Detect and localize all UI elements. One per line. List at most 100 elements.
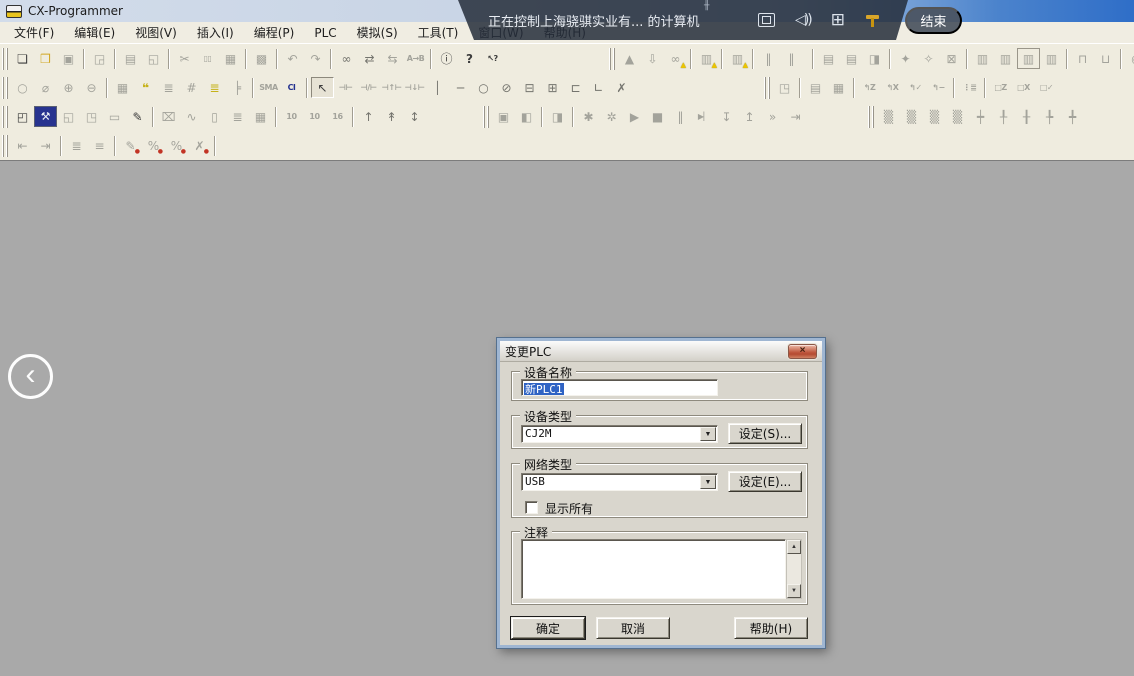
toolbar-show-ci-button[interactable]: CI [280, 77, 303, 98]
back-button[interactable]: ‹ [8, 354, 53, 399]
toolbar-plc-monitor-1-button[interactable]: ▥ [971, 48, 994, 69]
comment-textarea[interactable] [521, 539, 786, 599]
toolbar-address-reference-button[interactable]: A→B [404, 48, 427, 69]
dialog-title-bar[interactable]: 变更PLC × [500, 341, 822, 362]
toolbar-line-delete-button[interactable]: ✗ [610, 77, 633, 98]
toolbar-plc-io-window-button[interactable]: ◰ [11, 106, 34, 127]
network-type-combobox[interactable]: USB ▼ [521, 473, 718, 491]
toolbar-print-button[interactable]: ▤ [119, 48, 142, 69]
toolbar-program-compare-button[interactable]: ◨ [863, 48, 886, 69]
toolbar-transfer-to-plc-button[interactable]: ▥ [695, 48, 718, 69]
toolbar-instruction-button[interactable]: ⊏ [564, 77, 587, 98]
toolbar-open-file-button[interactable]: ❒ [34, 48, 57, 69]
toolbar-output-window-button[interactable]: ▭ [103, 106, 126, 127]
toolbar-horizontal-line-button[interactable]: ─ [449, 77, 472, 98]
toolbar-mark-clear-button[interactable]: ✗ [188, 135, 211, 156]
toolbar-redo-button[interactable]: ↷ [304, 48, 327, 69]
toolbar-settings-list-button[interactable]: ≣ [226, 106, 249, 127]
toolbar-block-list-button[interactable]: ≡ [88, 135, 111, 156]
toolbar-contact-no-button[interactable]: ⊣⊢ [334, 77, 357, 98]
menu-plc[interactable]: PLC [304, 23, 346, 43]
toolbar-memory-view-button[interactable]: ∿ [180, 106, 203, 127]
toolbar-plc-monitor-2-button[interactable]: ▥ [994, 48, 1017, 69]
toolbar-zoom-in-button[interactable]: ⊕ [57, 77, 80, 98]
menu-edit[interactable]: 编辑(E) [64, 21, 125, 44]
toolbar-work-online-button[interactable]: ⇩ [641, 48, 664, 69]
toolbar-force-on-button[interactable]: □Z [989, 77, 1012, 98]
menu-tools[interactable]: 工具(T) [408, 21, 469, 44]
toolbar-download-button[interactable]: ↟ [380, 106, 403, 127]
toolbar-program-upload-button[interactable]: ▤ [840, 48, 863, 69]
toolbar-plc-monitor-3-button[interactable]: ▥ [1017, 48, 1040, 69]
toolbar-indent-left-button[interactable]: ⇤ [11, 135, 34, 156]
device-type-dropdown-button[interactable]: ▼ [700, 427, 716, 441]
toolbar-upload-button[interactable]: ↑ [357, 106, 380, 127]
toolbar-online-search-button[interactable]: ∞ [664, 48, 687, 69]
toolbar-differential-monitor-button[interactable]: ⊓ [1071, 48, 1094, 69]
toolbar-new-file-button[interactable]: ❏ [11, 48, 34, 69]
toolbar-plc-monitor-4-button[interactable]: ▥ [1040, 48, 1063, 69]
toolbar-local-window-button[interactable]: ◳ [80, 106, 103, 127]
toolbar-calendar-grid-button[interactable]: ▦ [827, 77, 850, 98]
comment-scrollbar[interactable]: ▲ ▼ [786, 539, 802, 599]
menu-file[interactable]: 文件(F) [4, 21, 64, 44]
scroll-down-button[interactable]: ▼ [787, 584, 801, 598]
network-type-settings-button[interactable]: 设定(E)... [728, 471, 802, 492]
toolbar-hold-monitor-1-button[interactable]: ✱ [577, 106, 600, 127]
toolbar-grip[interactable] [2, 48, 8, 70]
toolbar-pause-button[interactable]: ‖ [780, 48, 803, 69]
toolbar-contact-up-button[interactable]: ⊣↑⊢ [380, 77, 403, 98]
device-name-input[interactable]: 新PLC1 [521, 379, 718, 396]
toolbar-block-comment-button[interactable]: ≣ [65, 135, 88, 156]
toolbar-online-edit-send-button[interactable]: ✧ [917, 48, 940, 69]
dialog-close-button[interactable]: × [788, 344, 817, 359]
toolbar-zoom-custom-button[interactable]: ⌀ [34, 77, 57, 98]
menu-simulation[interactable]: 模拟(S) [347, 21, 408, 44]
toolbar-window-monitor-1-button[interactable]: ▣ [492, 106, 515, 127]
toolbar-decimal-monitor-button[interactable]: 10 [280, 106, 303, 127]
toolbar-symbol-bar-button[interactable]: ≣ [203, 77, 226, 98]
fullscreen-icon[interactable] [758, 13, 775, 27]
toolbar-compile-button[interactable]: ◲ [88, 48, 111, 69]
cancel-button[interactable]: 取消 [596, 617, 670, 639]
toolbar-hex-monitor-button[interactable]: 16 [326, 106, 349, 127]
toolbar-save-button[interactable]: ▣ [57, 48, 80, 69]
toolbar-timing-5-button[interactable]: ╇ [1061, 106, 1084, 127]
volume-icon[interactable]: ◁)) [795, 12, 811, 28]
toolbar-window-monitor-3-button[interactable]: ◨ [546, 106, 569, 127]
toolbar-vertical-line-button[interactable]: │ [426, 77, 449, 98]
toolbar-set-cancel-button[interactable]: ↰− [927, 77, 950, 98]
toolbar-contact-down-button[interactable]: ⊣↓⊢ [403, 77, 426, 98]
device-type-combobox[interactable]: CJ2M ▼ [521, 425, 718, 443]
toolbar-memory-area-3-button[interactable]: ▒ [923, 106, 946, 127]
toolbar-sim-run-button[interactable]: ▶ [623, 106, 646, 127]
toolbar-show-tree-button[interactable]: ╞ [226, 77, 249, 98]
toolbar-coil-button[interactable]: ○ [472, 77, 495, 98]
toolbar-monitor-sma-button[interactable]: SMA [257, 77, 280, 98]
toolbar-window-monitor-2-button[interactable]: ◧ [515, 106, 538, 127]
toolbar-timing-1-button[interactable]: ┿ [969, 106, 992, 127]
toolbar-build-tool-button[interactable]: ⚒ [34, 106, 57, 127]
toolbar-online-edit-cancel-button[interactable]: ⊠ [940, 48, 963, 69]
menu-insert[interactable]: 插入(I) [187, 21, 244, 44]
ok-button[interactable]: 确定 [511, 617, 585, 639]
toolbar-scan-run-button[interactable]: ⇥ [784, 106, 807, 127]
toolbar-grip[interactable] [2, 135, 8, 157]
toolbar-toggle-grid-button[interactable]: ▦ [111, 77, 134, 98]
toolbar-info-button[interactable]: ⓘ [435, 48, 458, 69]
toolbar-function-block-button[interactable]: ⊟ [518, 77, 541, 98]
toolbar-stack-windows-button[interactable]: ▤ [804, 77, 827, 98]
toolbar-memory-area-4-button[interactable]: ▒ [946, 106, 969, 127]
toolbar-monitor-mode-button[interactable]: ▲ [618, 48, 641, 69]
help-button[interactable]: 帮助(H) [734, 617, 808, 639]
toolbar-coil-closed-button[interactable]: ⊘ [495, 77, 518, 98]
toolbar-grip[interactable] [483, 106, 489, 128]
new-window-icon[interactable]: ⊞ [831, 10, 845, 30]
toolbar-io-comment-button[interactable]: ▯ [203, 106, 226, 127]
toolbar-transfer-from-plc-button[interactable]: ▥ [726, 48, 749, 69]
toolbar-mark-force-on-button[interactable]: % [142, 135, 165, 156]
toolbar-time-chart-monitor-button[interactable]: ⊔ [1094, 48, 1117, 69]
toolbar-force-off-button[interactable]: □X [1012, 77, 1035, 98]
toolbar-timing-4-button[interactable]: ╄ [1038, 106, 1061, 127]
toolbar-line-connect-button[interactable]: ∟ [587, 77, 610, 98]
